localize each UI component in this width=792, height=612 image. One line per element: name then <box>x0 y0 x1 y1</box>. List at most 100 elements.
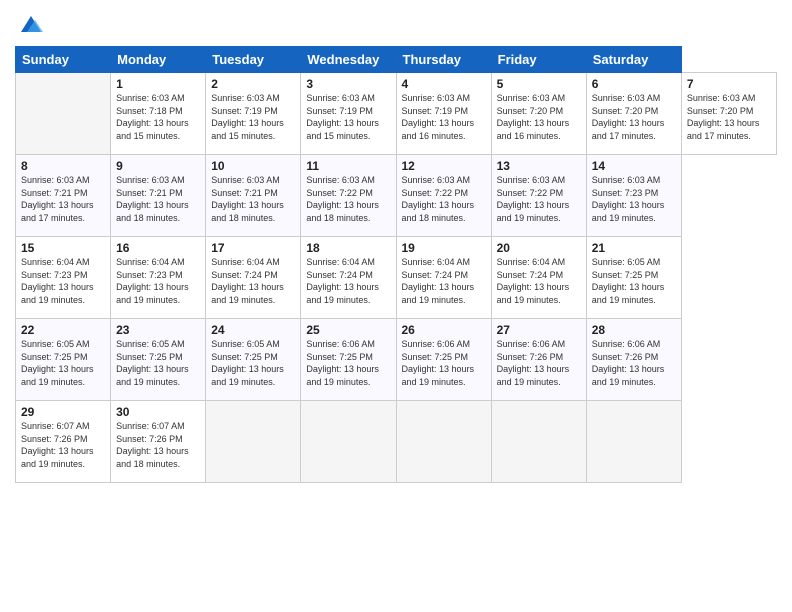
day-number: 7 <box>687 77 771 91</box>
calendar-cell <box>491 401 586 483</box>
calendar-cell: 18Sunrise: 6:04 AMSunset: 7:24 PMDayligh… <box>301 237 396 319</box>
day-info: Sunrise: 6:07 AMSunset: 7:26 PMDaylight:… <box>21 420 105 470</box>
day-number: 27 <box>497 323 581 337</box>
day-number: 9 <box>116 159 200 173</box>
calendar-cell: 3Sunrise: 6:03 AMSunset: 7:19 PMDaylight… <box>301 73 396 155</box>
calendar-cell: 13Sunrise: 6:03 AMSunset: 7:22 PMDayligh… <box>491 155 586 237</box>
calendar-week-1: 8Sunrise: 6:03 AMSunset: 7:21 PMDaylight… <box>16 155 777 237</box>
day-info: Sunrise: 6:07 AMSunset: 7:26 PMDaylight:… <box>116 420 200 470</box>
day-header-wednesday: Wednesday <box>301 47 396 73</box>
day-header-sunday: Sunday <box>16 47 111 73</box>
calendar-cell: 7Sunrise: 6:03 AMSunset: 7:20 PMDaylight… <box>681 73 776 155</box>
calendar-cell: 9Sunrise: 6:03 AMSunset: 7:21 PMDaylight… <box>111 155 206 237</box>
day-info: Sunrise: 6:06 AMSunset: 7:26 PMDaylight:… <box>592 338 676 388</box>
day-info: Sunrise: 6:03 AMSunset: 7:20 PMDaylight:… <box>687 92 771 142</box>
calendar-header-row: SundayMondayTuesdayWednesdayThursdayFrid… <box>16 47 777 73</box>
day-number: 3 <box>306 77 390 91</box>
day-number: 20 <box>497 241 581 255</box>
day-number: 12 <box>402 159 486 173</box>
day-info: Sunrise: 6:03 AMSunset: 7:22 PMDaylight:… <box>402 174 486 224</box>
day-number: 14 <box>592 159 676 173</box>
day-number: 21 <box>592 241 676 255</box>
calendar-cell: 2Sunrise: 6:03 AMSunset: 7:19 PMDaylight… <box>206 73 301 155</box>
day-number: 26 <box>402 323 486 337</box>
day-info: Sunrise: 6:03 AMSunset: 7:20 PMDaylight:… <box>592 92 676 142</box>
page: SundayMondayTuesdayWednesdayThursdayFrid… <box>0 0 792 612</box>
calendar-cell: 10Sunrise: 6:03 AMSunset: 7:21 PMDayligh… <box>206 155 301 237</box>
day-number: 24 <box>211 323 295 337</box>
calendar-cell: 15Sunrise: 6:04 AMSunset: 7:23 PMDayligh… <box>16 237 111 319</box>
day-header-tuesday: Tuesday <box>206 47 301 73</box>
day-info: Sunrise: 6:05 AMSunset: 7:25 PMDaylight:… <box>21 338 105 388</box>
logo <box>15 10 45 38</box>
day-number: 4 <box>402 77 486 91</box>
day-info: Sunrise: 6:03 AMSunset: 7:19 PMDaylight:… <box>402 92 486 142</box>
day-number: 22 <box>21 323 105 337</box>
day-info: Sunrise: 6:05 AMSunset: 7:25 PMDaylight:… <box>211 338 295 388</box>
calendar-cell <box>301 401 396 483</box>
calendar: SundayMondayTuesdayWednesdayThursdayFrid… <box>15 46 777 483</box>
calendar-cell: 30Sunrise: 6:07 AMSunset: 7:26 PMDayligh… <box>111 401 206 483</box>
header <box>15 10 777 38</box>
calendar-cell: 20Sunrise: 6:04 AMSunset: 7:24 PMDayligh… <box>491 237 586 319</box>
day-info: Sunrise: 6:05 AMSunset: 7:25 PMDaylight:… <box>592 256 676 306</box>
calendar-cell: 4Sunrise: 6:03 AMSunset: 7:19 PMDaylight… <box>396 73 491 155</box>
day-info: Sunrise: 6:03 AMSunset: 7:21 PMDaylight:… <box>116 174 200 224</box>
day-header-friday: Friday <box>491 47 586 73</box>
day-info: Sunrise: 6:04 AMSunset: 7:23 PMDaylight:… <box>116 256 200 306</box>
day-number: 17 <box>211 241 295 255</box>
day-info: Sunrise: 6:03 AMSunset: 7:19 PMDaylight:… <box>211 92 295 142</box>
empty-cell <box>16 73 111 155</box>
calendar-cell: 14Sunrise: 6:03 AMSunset: 7:23 PMDayligh… <box>586 155 681 237</box>
calendar-cell: 29Sunrise: 6:07 AMSunset: 7:26 PMDayligh… <box>16 401 111 483</box>
day-info: Sunrise: 6:06 AMSunset: 7:26 PMDaylight:… <box>497 338 581 388</box>
day-number: 28 <box>592 323 676 337</box>
calendar-cell: 27Sunrise: 6:06 AMSunset: 7:26 PMDayligh… <box>491 319 586 401</box>
calendar-cell: 23Sunrise: 6:05 AMSunset: 7:25 PMDayligh… <box>111 319 206 401</box>
calendar-cell: 5Sunrise: 6:03 AMSunset: 7:20 PMDaylight… <box>491 73 586 155</box>
day-header-monday: Monday <box>111 47 206 73</box>
day-number: 10 <box>211 159 295 173</box>
day-info: Sunrise: 6:05 AMSunset: 7:25 PMDaylight:… <box>116 338 200 388</box>
day-info: Sunrise: 6:06 AMSunset: 7:25 PMDaylight:… <box>402 338 486 388</box>
day-info: Sunrise: 6:03 AMSunset: 7:21 PMDaylight:… <box>211 174 295 224</box>
day-info: Sunrise: 6:03 AMSunset: 7:22 PMDaylight:… <box>497 174 581 224</box>
day-info: Sunrise: 6:04 AMSunset: 7:24 PMDaylight:… <box>402 256 486 306</box>
calendar-cell: 6Sunrise: 6:03 AMSunset: 7:20 PMDaylight… <box>586 73 681 155</box>
day-number: 5 <box>497 77 581 91</box>
calendar-cell <box>206 401 301 483</box>
day-number: 2 <box>211 77 295 91</box>
day-number: 23 <box>116 323 200 337</box>
calendar-cell <box>396 401 491 483</box>
day-info: Sunrise: 6:04 AMSunset: 7:24 PMDaylight:… <box>497 256 581 306</box>
day-header-saturday: Saturday <box>586 47 681 73</box>
day-number: 19 <box>402 241 486 255</box>
day-number: 8 <box>21 159 105 173</box>
calendar-week-3: 22Sunrise: 6:05 AMSunset: 7:25 PMDayligh… <box>16 319 777 401</box>
day-number: 6 <box>592 77 676 91</box>
calendar-week-0: 1Sunrise: 6:03 AMSunset: 7:18 PMDaylight… <box>16 73 777 155</box>
day-info: Sunrise: 6:04 AMSunset: 7:24 PMDaylight:… <box>211 256 295 306</box>
day-number: 25 <box>306 323 390 337</box>
calendar-cell: 11Sunrise: 6:03 AMSunset: 7:22 PMDayligh… <box>301 155 396 237</box>
calendar-cell: 19Sunrise: 6:04 AMSunset: 7:24 PMDayligh… <box>396 237 491 319</box>
day-info: Sunrise: 6:04 AMSunset: 7:23 PMDaylight:… <box>21 256 105 306</box>
day-number: 30 <box>116 405 200 419</box>
day-info: Sunrise: 6:03 AMSunset: 7:21 PMDaylight:… <box>21 174 105 224</box>
day-info: Sunrise: 6:03 AMSunset: 7:18 PMDaylight:… <box>116 92 200 142</box>
day-info: Sunrise: 6:03 AMSunset: 7:23 PMDaylight:… <box>592 174 676 224</box>
day-number: 13 <box>497 159 581 173</box>
day-info: Sunrise: 6:03 AMSunset: 7:22 PMDaylight:… <box>306 174 390 224</box>
day-info: Sunrise: 6:04 AMSunset: 7:24 PMDaylight:… <box>306 256 390 306</box>
calendar-cell: 8Sunrise: 6:03 AMSunset: 7:21 PMDaylight… <box>16 155 111 237</box>
logo-icon <box>17 10 45 38</box>
day-header-thursday: Thursday <box>396 47 491 73</box>
calendar-cell: 22Sunrise: 6:05 AMSunset: 7:25 PMDayligh… <box>16 319 111 401</box>
calendar-cell: 24Sunrise: 6:05 AMSunset: 7:25 PMDayligh… <box>206 319 301 401</box>
calendar-cell: 26Sunrise: 6:06 AMSunset: 7:25 PMDayligh… <box>396 319 491 401</box>
day-info: Sunrise: 6:03 AMSunset: 7:19 PMDaylight:… <box>306 92 390 142</box>
day-number: 1 <box>116 77 200 91</box>
calendar-week-2: 15Sunrise: 6:04 AMSunset: 7:23 PMDayligh… <box>16 237 777 319</box>
calendar-cell: 21Sunrise: 6:05 AMSunset: 7:25 PMDayligh… <box>586 237 681 319</box>
day-number: 18 <box>306 241 390 255</box>
